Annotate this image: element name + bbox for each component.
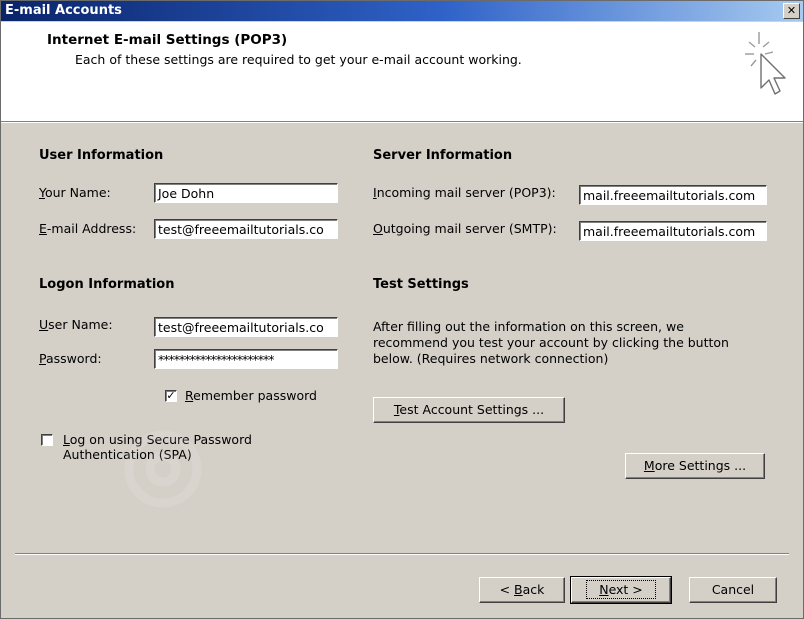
password-mnemonic: P xyxy=(39,351,46,366)
user-name-label: User Name: xyxy=(39,317,113,332)
your-name-field[interactable]: Joe Dohn xyxy=(154,183,338,203)
header-divider xyxy=(1,121,803,123)
email-address-field[interactable]: test@freeemailtutorials.co xyxy=(154,219,338,239)
next-mnemonic: N xyxy=(599,582,609,597)
your-name-label-text: our Name: xyxy=(44,185,111,200)
user-name-field[interactable]: test@freeemailtutorials.co xyxy=(154,317,338,337)
password-label: Password: xyxy=(39,351,102,366)
password-label-text: assword: xyxy=(45,351,102,366)
email-address-label: E-mail Address: xyxy=(39,221,136,236)
test-account-settings-label: est Account Settings ... xyxy=(399,402,545,417)
your-name-label: Your Name: xyxy=(39,185,111,200)
test-account-settings-button[interactable]: Test Account Settings ... xyxy=(373,397,565,423)
password-field[interactable]: ********************** xyxy=(154,349,338,369)
server-information-heading: Server Information xyxy=(373,148,513,163)
back-mnemonic: B xyxy=(514,582,523,597)
user-information-heading: User Information xyxy=(39,148,164,163)
header-title: Internet E-mail Settings (POP3) xyxy=(47,32,288,48)
more-settings-mnemonic: M xyxy=(643,458,655,473)
back-button[interactable]: < Back xyxy=(479,577,565,603)
test-settings-description: After filling out the information on thi… xyxy=(373,319,729,366)
remember-password-label-text: emember password xyxy=(193,388,317,403)
incoming-server-label-text: ncoming mail server (POP3): xyxy=(376,185,556,200)
email-accounts-dialog: E-mail Accounts ✕ Internet E-mail Settin… xyxy=(0,0,804,619)
outgoing-server-mnemonic: O xyxy=(373,221,383,236)
incoming-server-field[interactable]: mail.freeemailtutorials.com xyxy=(579,185,767,205)
footer-divider xyxy=(15,553,789,555)
outgoing-server-label-text: utgoing mail server (SMTP): xyxy=(382,221,557,236)
email-address-label-text: -mail Address: xyxy=(46,221,137,236)
next-label: ext > xyxy=(608,582,643,597)
email-address-mnemonic: E xyxy=(39,221,47,236)
wizard-header: Internet E-mail Settings (POP3) Each of … xyxy=(1,22,803,121)
user-name-mnemonic: U xyxy=(39,317,49,332)
more-settings-label: ore Settings ... xyxy=(654,458,747,473)
spa-mnemonic: L xyxy=(63,432,70,447)
next-focus-ring: Next > xyxy=(586,580,656,599)
spa-checkbox[interactable] xyxy=(41,434,53,446)
cursor-sparkle-icon xyxy=(745,32,786,95)
logon-information-heading: Logon Information xyxy=(39,277,175,292)
incoming-server-label: Incoming mail server (POP3): xyxy=(373,185,556,200)
next-button[interactable]: Next > xyxy=(570,576,672,604)
test-settings-heading: Test Settings xyxy=(373,277,469,292)
close-button[interactable]: ✕ xyxy=(783,3,800,19)
remember-password-mnemonic: R xyxy=(185,388,194,403)
back-label: ack xyxy=(522,582,545,597)
outgoing-server-label: Outgoing mail server (SMTP): xyxy=(373,221,557,236)
window-title: E-mail Accounts xyxy=(5,3,122,18)
outgoing-server-field[interactable]: mail.freeemailtutorials.com xyxy=(579,221,767,241)
remember-password-checkbox[interactable]: ✓ xyxy=(165,390,177,402)
at-sign-watermark-icon xyxy=(124,430,202,508)
more-settings-button[interactable]: More Settings ... xyxy=(625,453,765,479)
title-bar: E-mail Accounts ✕ xyxy=(1,1,803,21)
user-name-label-text: ser Name: xyxy=(48,317,113,332)
back-prefix: < xyxy=(499,582,515,597)
cancel-button[interactable]: Cancel xyxy=(689,577,777,603)
remember-password-label[interactable]: Remember password xyxy=(185,388,317,403)
header-subtitle: Each of these settings are required to g… xyxy=(75,52,522,67)
